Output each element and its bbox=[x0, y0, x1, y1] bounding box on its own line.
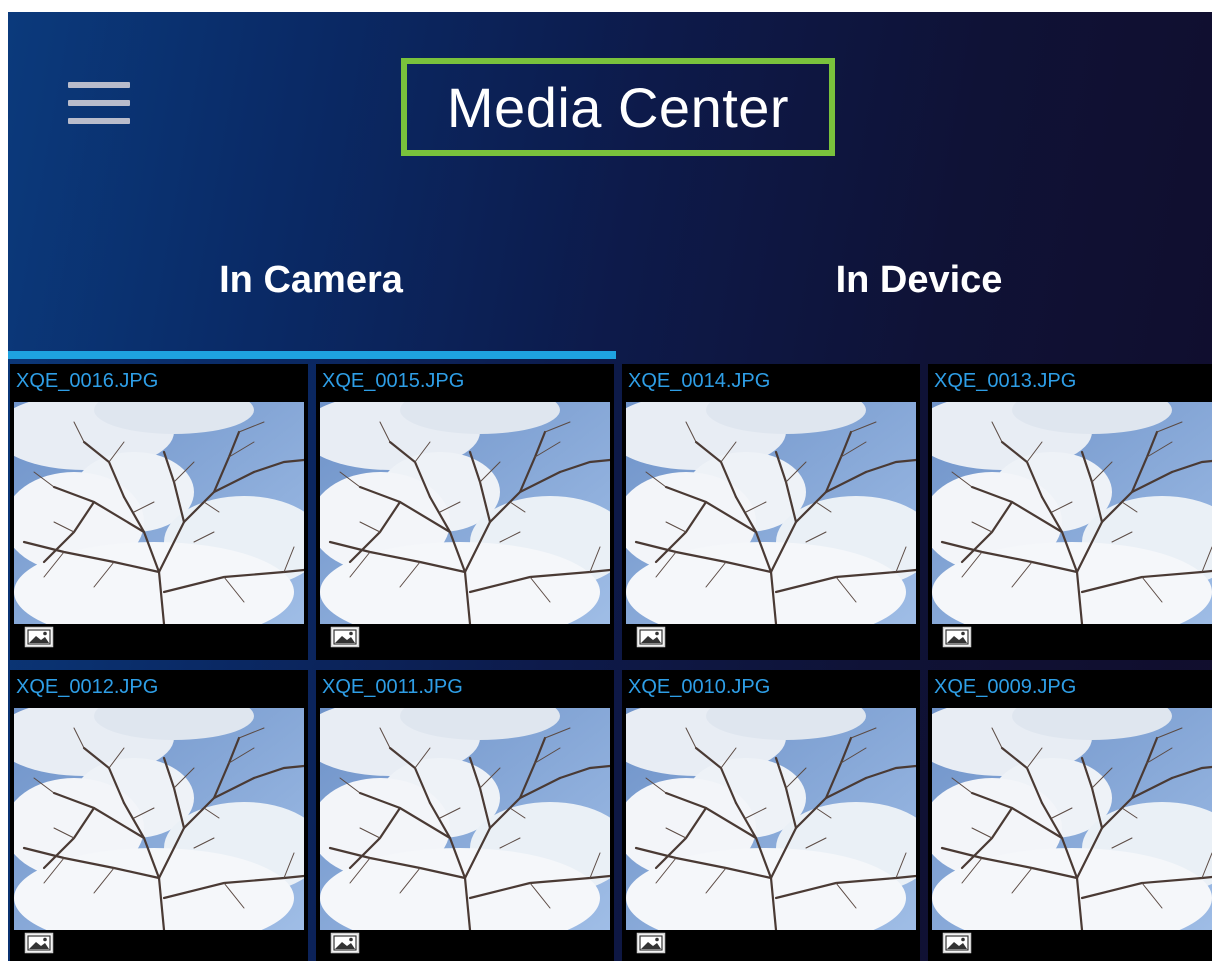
media-tile[interactable]: XQE_0011.JPG bbox=[316, 670, 614, 961]
hamburger-menu-icon[interactable] bbox=[60, 74, 134, 132]
selected-tab-indicator bbox=[8, 351, 616, 359]
page-title: Media Center bbox=[446, 75, 790, 139]
image-icon bbox=[636, 626, 666, 648]
media-filename: XQE_0009.JPG bbox=[934, 676, 1077, 698]
image-icon bbox=[636, 932, 666, 954]
media-filename: XQE_0014.JPG bbox=[628, 370, 771, 392]
media-thumbnail[interactable] bbox=[626, 708, 916, 930]
media-center-screen: Media Center In Camera In Device XQE_001… bbox=[8, 12, 1212, 961]
tab-in-camera[interactable]: In Camera bbox=[8, 237, 614, 359]
media-tile[interactable]: XQE_0015.JPG bbox=[316, 364, 614, 660]
image-icon bbox=[330, 626, 360, 648]
media-tile[interactable]: XQE_0013.JPG bbox=[928, 364, 1212, 660]
media-filename: XQE_0015.JPG bbox=[322, 370, 465, 392]
media-tile[interactable]: XQE_0010.JPG bbox=[622, 670, 920, 961]
image-icon bbox=[24, 626, 54, 648]
image-icon bbox=[330, 932, 360, 954]
title-highlight-box: Media Center bbox=[401, 58, 835, 156]
media-filename: XQE_0016.JPG bbox=[16, 370, 159, 392]
tab-in-device-label: In Device bbox=[835, 259, 1003, 301]
media-thumbnail[interactable] bbox=[932, 402, 1212, 624]
media-tile[interactable]: XQE_0014.JPG bbox=[622, 364, 920, 660]
image-icon bbox=[942, 932, 972, 954]
media-thumbnail[interactable] bbox=[14, 708, 304, 930]
media-thumbnail[interactable] bbox=[14, 402, 304, 624]
image-icon bbox=[24, 932, 54, 954]
media-thumbnail[interactable] bbox=[320, 708, 610, 930]
media-thumbnail[interactable] bbox=[320, 402, 610, 624]
media-filename: XQE_0013.JPG bbox=[934, 370, 1077, 392]
tab-in-camera-label: In Camera bbox=[219, 259, 403, 301]
media-filename: XQE_0012.JPG bbox=[16, 676, 159, 698]
media-tile[interactable]: XQE_0012.JPG bbox=[10, 670, 308, 961]
media-tile[interactable]: XQE_0016.JPG bbox=[10, 364, 308, 660]
media-thumbnail[interactable] bbox=[626, 402, 916, 624]
tab-bar: In Camera In Device bbox=[8, 237, 1212, 359]
media-filename: XQE_0011.JPG bbox=[322, 676, 463, 698]
media-thumbnail[interactable] bbox=[932, 708, 1212, 930]
media-tile[interactable]: XQE_0009.JPG bbox=[928, 670, 1212, 961]
media-filename: XQE_0010.JPG bbox=[628, 676, 771, 698]
tab-in-device[interactable]: In Device bbox=[616, 237, 1212, 359]
image-icon bbox=[942, 626, 972, 648]
media-grid: XQE_0016.JPG XQE_0015.JPG XQE_0014.JPG XQE_… bbox=[8, 364, 1212, 961]
app-header: Media Center bbox=[8, 12, 1212, 192]
